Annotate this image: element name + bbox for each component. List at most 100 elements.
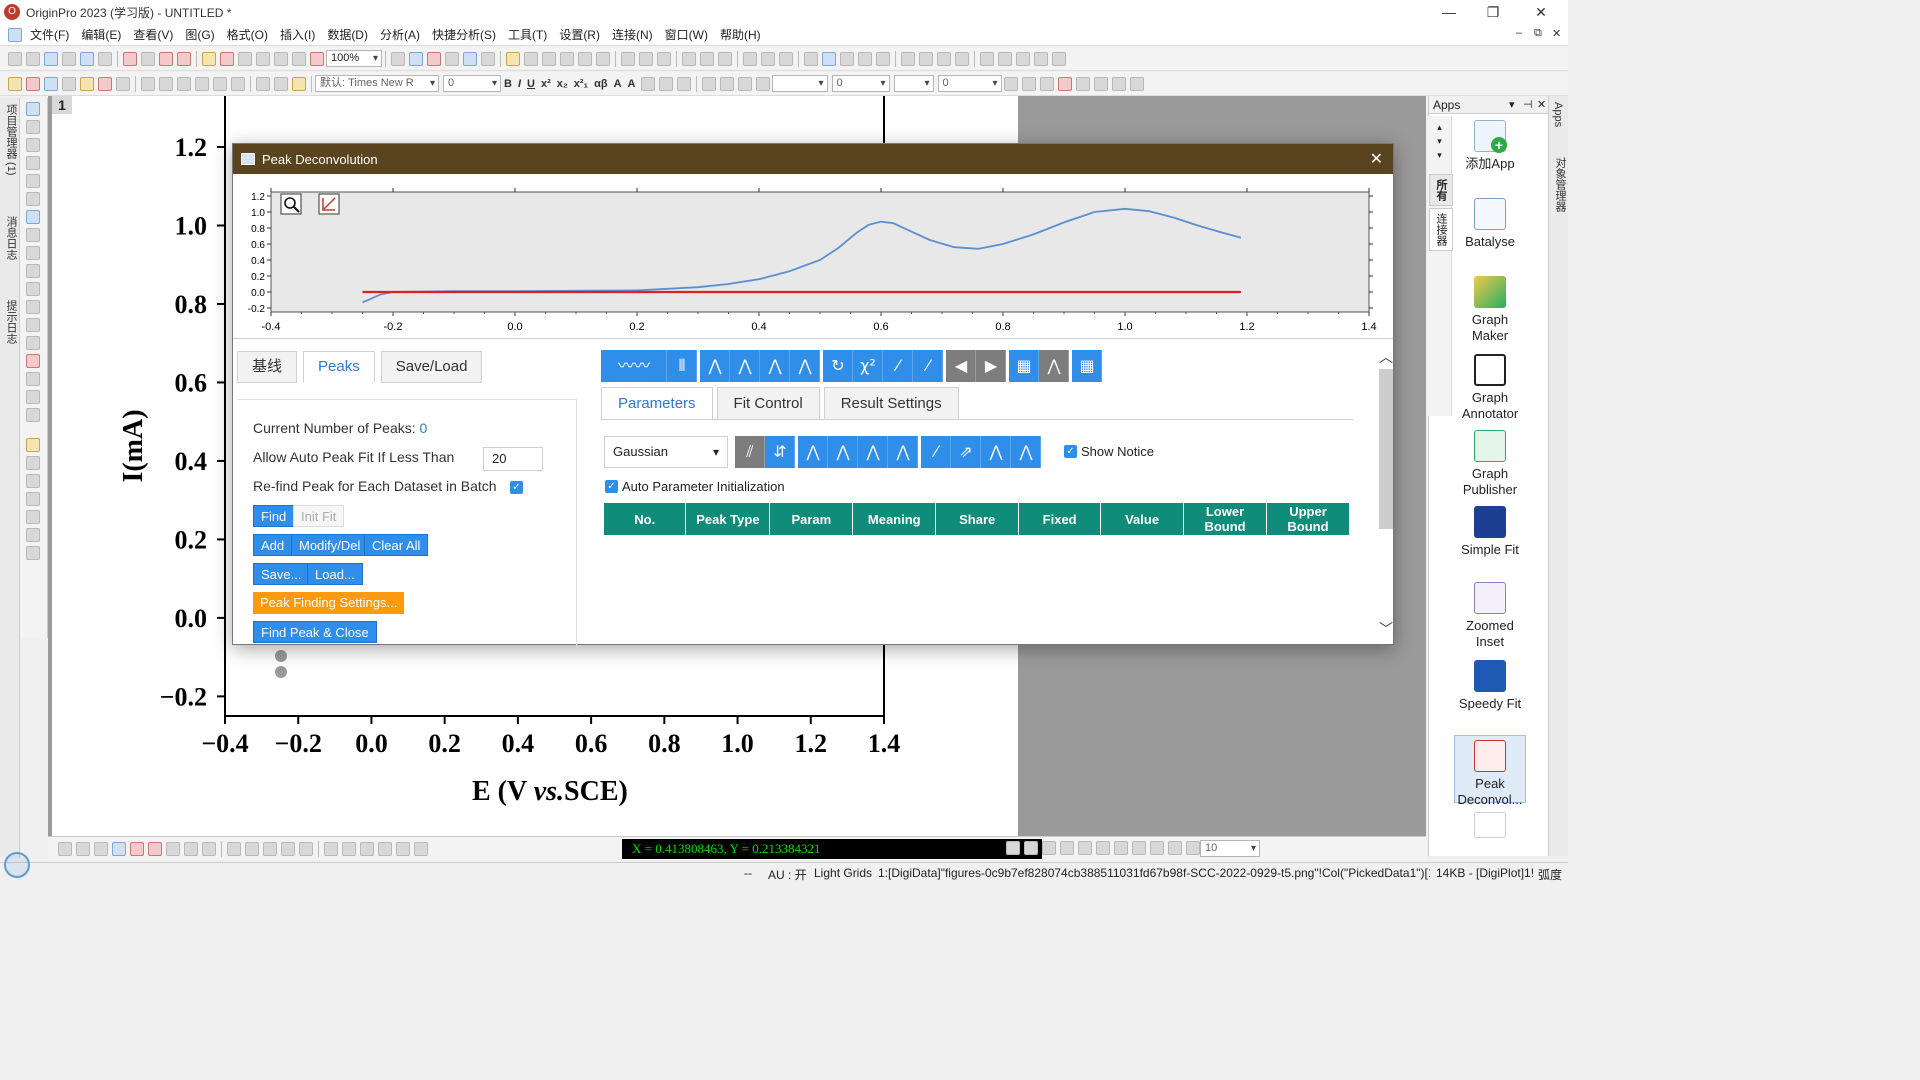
apps-dropdown-icon[interactable]: ▾ — [1509, 96, 1515, 114]
apps-gallery-icon[interactable] — [596, 51, 610, 66]
bring-peak-button[interactable]: ⇵ — [765, 436, 795, 468]
open-template-icon[interactable] — [220, 51, 234, 66]
top-view-icon[interactable] — [1024, 841, 1038, 855]
shift-icon[interactable] — [1093, 76, 1108, 91]
arrow-right-icon[interactable] — [1016, 51, 1030, 66]
menu-tools[interactable]: 工具(T) — [502, 26, 553, 43]
new-project-icon[interactable] — [8, 51, 22, 66]
app-add-app[interactable]: + 添加App — [1454, 120, 1526, 172]
side-view-icon[interactable] — [1042, 841, 1056, 855]
hand-tool-icon[interactable] — [26, 336, 40, 350]
find-button[interactable]: Find — [253, 505, 295, 527]
export-icon[interactable] — [414, 841, 428, 856]
window-menu-icon[interactable] — [8, 27, 22, 42]
peak-type-select[interactable]: Gaussian — [604, 436, 728, 468]
peak-preview-button[interactable]: ⋀ — [1039, 350, 1069, 382]
menu-insert[interactable]: 插入(I) — [274, 26, 321, 43]
app-batalyse[interactable]: Batalyse — [1454, 198, 1526, 250]
duplicate-icon[interactable] — [427, 51, 441, 66]
pick-points-icon[interactable] — [342, 841, 356, 856]
menu-data[interactable]: 数据(D) — [321, 26, 374, 43]
legend-icon[interactable] — [26, 492, 40, 506]
bar-chart-icon[interactable] — [700, 51, 714, 66]
preview-graph[interactable]: -0.4 -0.2 0.0 0.2 0.4 0.6 0.8 1.0 1.2 1.4 1.2 1.0 0.… — [233, 175, 1393, 339]
baseline-peak-button[interactable]: ⋀ — [1011, 436, 1041, 468]
layer-management-icon[interactable] — [116, 76, 130, 91]
save-template-icon[interactable] — [274, 51, 288, 66]
offset-icon[interactable] — [1075, 76, 1090, 91]
menu-preferences[interactable]: 设置(R) — [553, 26, 606, 43]
menu-format[interactable]: 格式(O) — [221, 26, 274, 43]
group-icon[interactable] — [1111, 76, 1126, 91]
col-header-value[interactable]: Value — [1100, 503, 1185, 535]
import-wizard-icon[interactable] — [310, 51, 324, 66]
enlarge-icon[interactable] — [1186, 841, 1200, 855]
search-magnifier-icon[interactable] — [4, 852, 30, 878]
col-header-fixed[interactable]: Fixed — [1018, 503, 1102, 535]
message-log-icon[interactable] — [560, 51, 574, 66]
rotate-ccw-icon[interactable] — [1060, 841, 1074, 855]
symbol-icon[interactable] — [755, 76, 770, 91]
layer-content-icon[interactable] — [44, 76, 58, 91]
add-column-icon[interactable] — [621, 51, 635, 66]
dialog-vertical-scrollbar[interactable]: ︿ ﹀ — [1379, 349, 1393, 639]
set-z-icon[interactable] — [840, 51, 854, 66]
scroll-down-icon[interactable]: ﹀ — [1379, 619, 1393, 639]
sort-peaks-button[interactable]: ⫽ — [735, 436, 765, 468]
text-tool-icon[interactable] — [26, 246, 40, 260]
underline-button[interactable]: U — [527, 78, 535, 90]
first-icon[interactable] — [901, 51, 915, 66]
find-peak-close-button[interactable]: Find Peak & Close — [253, 621, 377, 643]
script-window-icon[interactable] — [542, 51, 556, 66]
digitize-icon[interactable] — [324, 841, 338, 856]
command-window-icon[interactable] — [524, 51, 538, 66]
cut-icon[interactable] — [256, 76, 270, 91]
open-icon[interactable] — [202, 51, 216, 66]
italic-button[interactable]: I — [518, 78, 521, 90]
zoom-in-icon[interactable] — [26, 138, 40, 152]
insert-image-icon[interactable] — [26, 408, 40, 422]
app-simple-fit[interactable]: Simple Fit — [1454, 506, 1526, 558]
rescale-x-icon[interactable] — [195, 76, 209, 91]
tab-result-settings[interactable]: Result Settings — [823, 387, 959, 420]
object-manager-tab[interactable]: 对象管理器 — [1552, 157, 1568, 212]
table-border-icon[interactable] — [1039, 76, 1054, 91]
col-header-lower-bound[interactable]: Lower Bound — [1183, 503, 1267, 535]
undo-icon[interactable] — [141, 76, 155, 91]
border-icon[interactable] — [1021, 76, 1036, 91]
peak-sum-view-button[interactable]: ⫴ — [667, 350, 697, 382]
filter-clear-icon[interactable] — [761, 51, 775, 66]
zoom-combo[interactable]: 100% — [326, 50, 382, 67]
tab-peaks[interactable]: Peaks — [303, 351, 375, 383]
add-peak-icon-button[interactable]: ⋀ — [700, 350, 730, 382]
bold-button[interactable]: B — [504, 78, 512, 90]
annotation-icon[interactable] — [26, 264, 40, 278]
date-time-icon[interactable] — [26, 510, 40, 524]
chi-square-button[interactable]: χ² — [853, 350, 883, 382]
apps-dock-tab[interactable]: Apps — [1552, 102, 1564, 127]
data-reader-icon[interactable] — [26, 156, 40, 170]
tab-fit-control[interactable]: Fit Control — [716, 387, 820, 420]
project-explorer-tab[interactable]: 项目管理器 (1) — [3, 104, 19, 176]
close-button[interactable]: ✕ — [1518, 0, 1564, 24]
menu-connectivity[interactable]: 连接(N) — [606, 26, 659, 43]
import-icon[interactable] — [292, 51, 306, 66]
print-icon[interactable] — [391, 51, 405, 66]
set-bounds-button[interactable]: ⇗ — [951, 436, 981, 468]
sort-icon[interactable] — [639, 51, 653, 66]
results-log-icon[interactable] — [481, 51, 495, 66]
add-peak-button[interactable]: Add — [253, 534, 293, 556]
set-x-icon[interactable] — [804, 51, 818, 66]
line-tool-icon[interactable] — [26, 300, 40, 314]
set-y-icon[interactable] — [822, 51, 836, 66]
previous-step-button[interactable]: ◀ — [946, 350, 976, 382]
insert-graph-icon[interactable] — [26, 354, 40, 368]
last-icon[interactable] — [955, 51, 969, 66]
template-library-icon[interactable] — [281, 841, 295, 856]
col-header-share[interactable]: Share — [935, 503, 1020, 535]
app-more[interactable] — [1454, 812, 1526, 842]
previous-icon[interactable] — [919, 51, 933, 66]
peak-center-button[interactable]: ⋀ — [798, 436, 828, 468]
col-header-meaning[interactable]: Meaning — [852, 503, 937, 535]
rectangle-tool-icon[interactable] — [26, 318, 40, 332]
